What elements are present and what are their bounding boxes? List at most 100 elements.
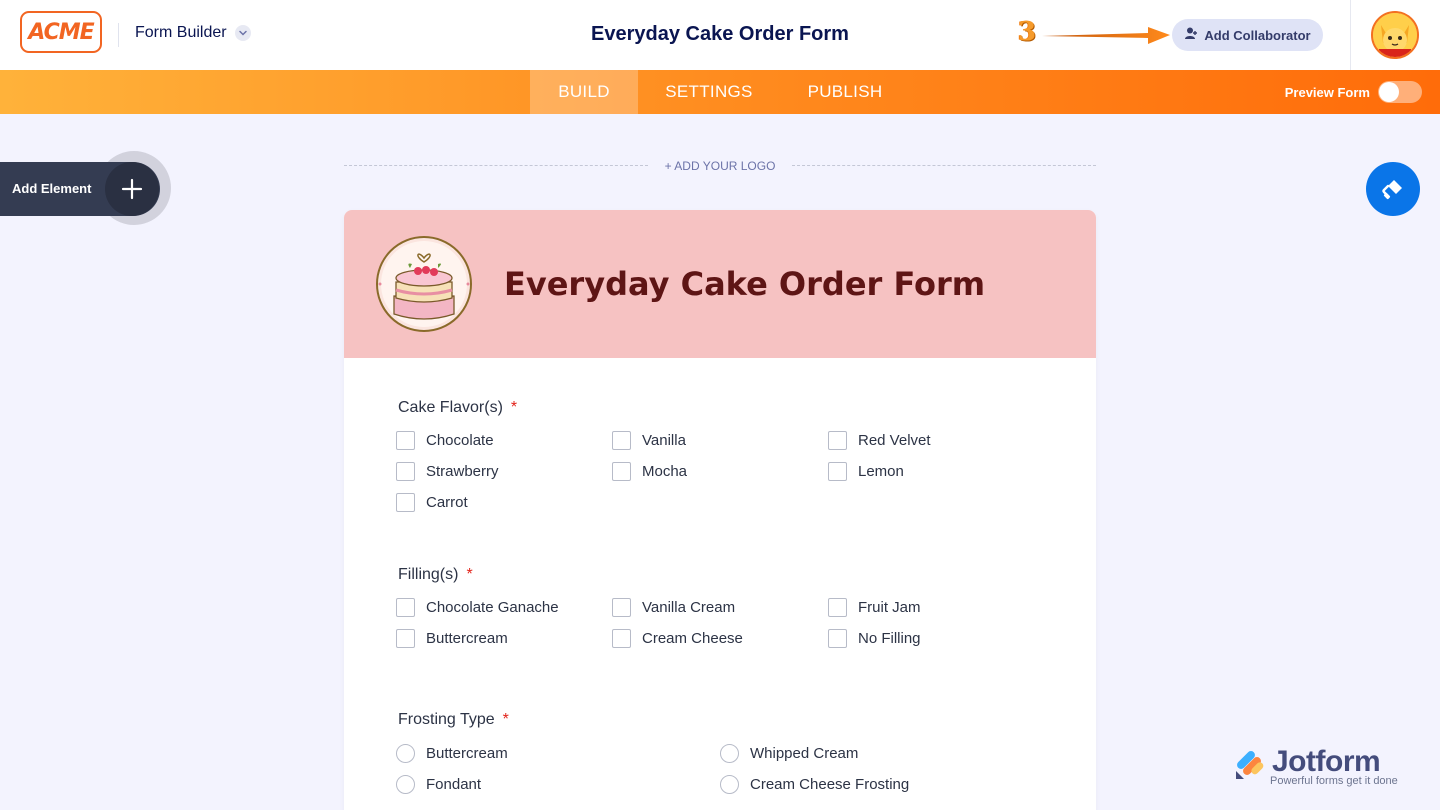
paint-roller-icon [1382, 180, 1402, 200]
option-label: Red Velvet [858, 432, 931, 449]
checkbox[interactable] [828, 462, 847, 481]
chevron-down-icon [234, 25, 251, 41]
option-label: Fondant [426, 776, 482, 793]
jotform-wordmark: Jotform [1272, 745, 1381, 778]
add-element-label: Add Element [12, 181, 92, 196]
add-collaborator-label: Add Collaborator [1204, 27, 1311, 43]
option-label: Strawberry [426, 463, 499, 480]
step-number-annotation: 3 [1018, 17, 1036, 47]
question-text: Frosting Type [398, 711, 495, 728]
required-marker: * [466, 566, 473, 583]
question-label-cake-flavors[interactable]: Cake Flavor(s) * [398, 399, 517, 417]
form-builder-switcher[interactable]: Form Builder [135, 24, 251, 42]
option-label: Carrot [426, 494, 468, 511]
builder-navbar: BUILD SETTINGS PUBLISH Preview Form [0, 70, 1440, 114]
checkbox-option[interactable]: Red Velvet [828, 431, 931, 450]
option-label: Mocha [642, 463, 688, 480]
preview-form-label: Preview Form [1284, 84, 1370, 100]
checkbox-option[interactable]: Mocha [612, 462, 687, 481]
toggle-knob [1379, 82, 1399, 102]
preview-form-toggle[interactable] [1378, 81, 1422, 103]
checkbox[interactable] [612, 431, 631, 450]
checkbox-option[interactable]: Buttercream [396, 629, 508, 648]
header-divider-right [1350, 0, 1351, 70]
option-label: Lemon [858, 463, 904, 480]
option-label: Vanilla [642, 432, 686, 449]
annotation-arrow-icon [1042, 27, 1170, 44]
radio-option[interactable]: Buttercream [396, 744, 508, 763]
step-number-text: 3 [1018, 17, 1037, 47]
preview-form-control: Preview Form [1285, 81, 1422, 103]
avatar[interactable] [1371, 11, 1419, 59]
question-label-frosting-type[interactable]: Frosting Type * [398, 711, 509, 729]
checkbox[interactable] [396, 598, 415, 617]
tab-publish[interactable]: PUBLISH [790, 70, 900, 114]
option-label: Fruit Jam [858, 599, 921, 616]
checkbox-option[interactable]: Fruit Jam [828, 598, 921, 617]
option-label: Vanilla Cream [642, 599, 736, 616]
tab-settings[interactable]: SETTINGS [648, 70, 770, 114]
radio-option[interactable]: Whipped Cream [720, 744, 858, 763]
jotform-tagline: Powerful forms get it done [1270, 775, 1398, 787]
radio-button[interactable] [396, 775, 415, 794]
cake-icon [376, 236, 472, 332]
question-label-fillings[interactable]: Filling(s) * [398, 566, 473, 584]
checkbox[interactable] [396, 462, 415, 481]
question-text: Filling(s) [398, 566, 459, 583]
option-label: Chocolate Ganache [426, 599, 559, 616]
checkbox[interactable] [396, 493, 415, 512]
checkbox[interactable] [396, 629, 415, 648]
option-label: No Filling [858, 630, 921, 647]
option-label: Cream Cheese Frosting [750, 776, 910, 793]
checkbox-option[interactable]: Vanilla Cream [612, 598, 735, 617]
checkbox-option[interactable]: Strawberry [396, 462, 499, 481]
form-designer-button[interactable] [1366, 162, 1420, 216]
checkbox-option[interactable]: No Filling [828, 629, 921, 648]
checkbox[interactable] [612, 598, 631, 617]
add-logo-button[interactable]: + ADD YOUR LOGO [650, 159, 790, 173]
logo-divider-right [792, 165, 1096, 166]
required-marker: * [510, 399, 518, 416]
radio-button[interactable] [396, 744, 415, 763]
jotform-logo-icon [1236, 751, 1264, 779]
header-divider [118, 23, 119, 47]
form-card: Everyday Cake Order Form Cake Flavor(s) *… [344, 210, 1096, 810]
option-label: Buttercream [426, 745, 508, 762]
checkbox[interactable] [612, 462, 631, 481]
checkbox-option[interactable]: Vanilla [612, 431, 686, 450]
radio-option[interactable]: Cream Cheese Frosting [720, 775, 909, 794]
acme-logo-text: ACME [28, 19, 94, 45]
radio-button[interactable] [720, 744, 739, 763]
acme-logo[interactable]: ACME [20, 11, 102, 53]
option-label: Buttercream [426, 630, 508, 647]
required-marker: * [502, 711, 509, 728]
checkbox[interactable] [828, 431, 847, 450]
checkbox[interactable] [396, 431, 415, 450]
logo-divider-left [344, 165, 648, 166]
option-label: Whipped Cream [750, 745, 859, 762]
checkbox-option[interactable]: Chocolate Ganache [396, 598, 559, 617]
top-header: ACME Form Builder Everyday Cake Order Fo… [0, 0, 1440, 70]
checkbox-option[interactable]: Chocolate [396, 431, 494, 450]
question-text: Cake Flavor(s) [398, 399, 503, 416]
add-user-icon [1184, 26, 1198, 45]
checkbox-option[interactable]: Carrot [396, 493, 468, 512]
cat-avatar-icon [1373, 13, 1417, 57]
form-header[interactable]: Everyday Cake Order Form [344, 210, 1096, 358]
checkbox[interactable] [612, 629, 631, 648]
form-builder-label: Form Builder [135, 24, 227, 41]
checkbox[interactable] [828, 598, 847, 617]
checkbox-option[interactable]: Cream Cheese [612, 629, 743, 648]
checkbox[interactable] [828, 629, 847, 648]
radio-button[interactable] [720, 775, 739, 794]
plus-icon [121, 178, 143, 200]
checkbox-option[interactable]: Lemon [828, 462, 904, 481]
option-label: Cream Cheese [642, 630, 743, 647]
radio-option[interactable]: Fondant [396, 775, 481, 794]
option-label: Chocolate [426, 432, 494, 449]
tab-build[interactable]: BUILD [530, 70, 638, 114]
add-element-plus-button[interactable] [105, 162, 159, 216]
form-title: Everyday Cake Order Form [504, 265, 986, 303]
add-collaborator-button[interactable]: Add Collaborator [1172, 19, 1323, 51]
jotform-watermark: Jotform Powerful forms get it done [1232, 745, 1412, 790]
